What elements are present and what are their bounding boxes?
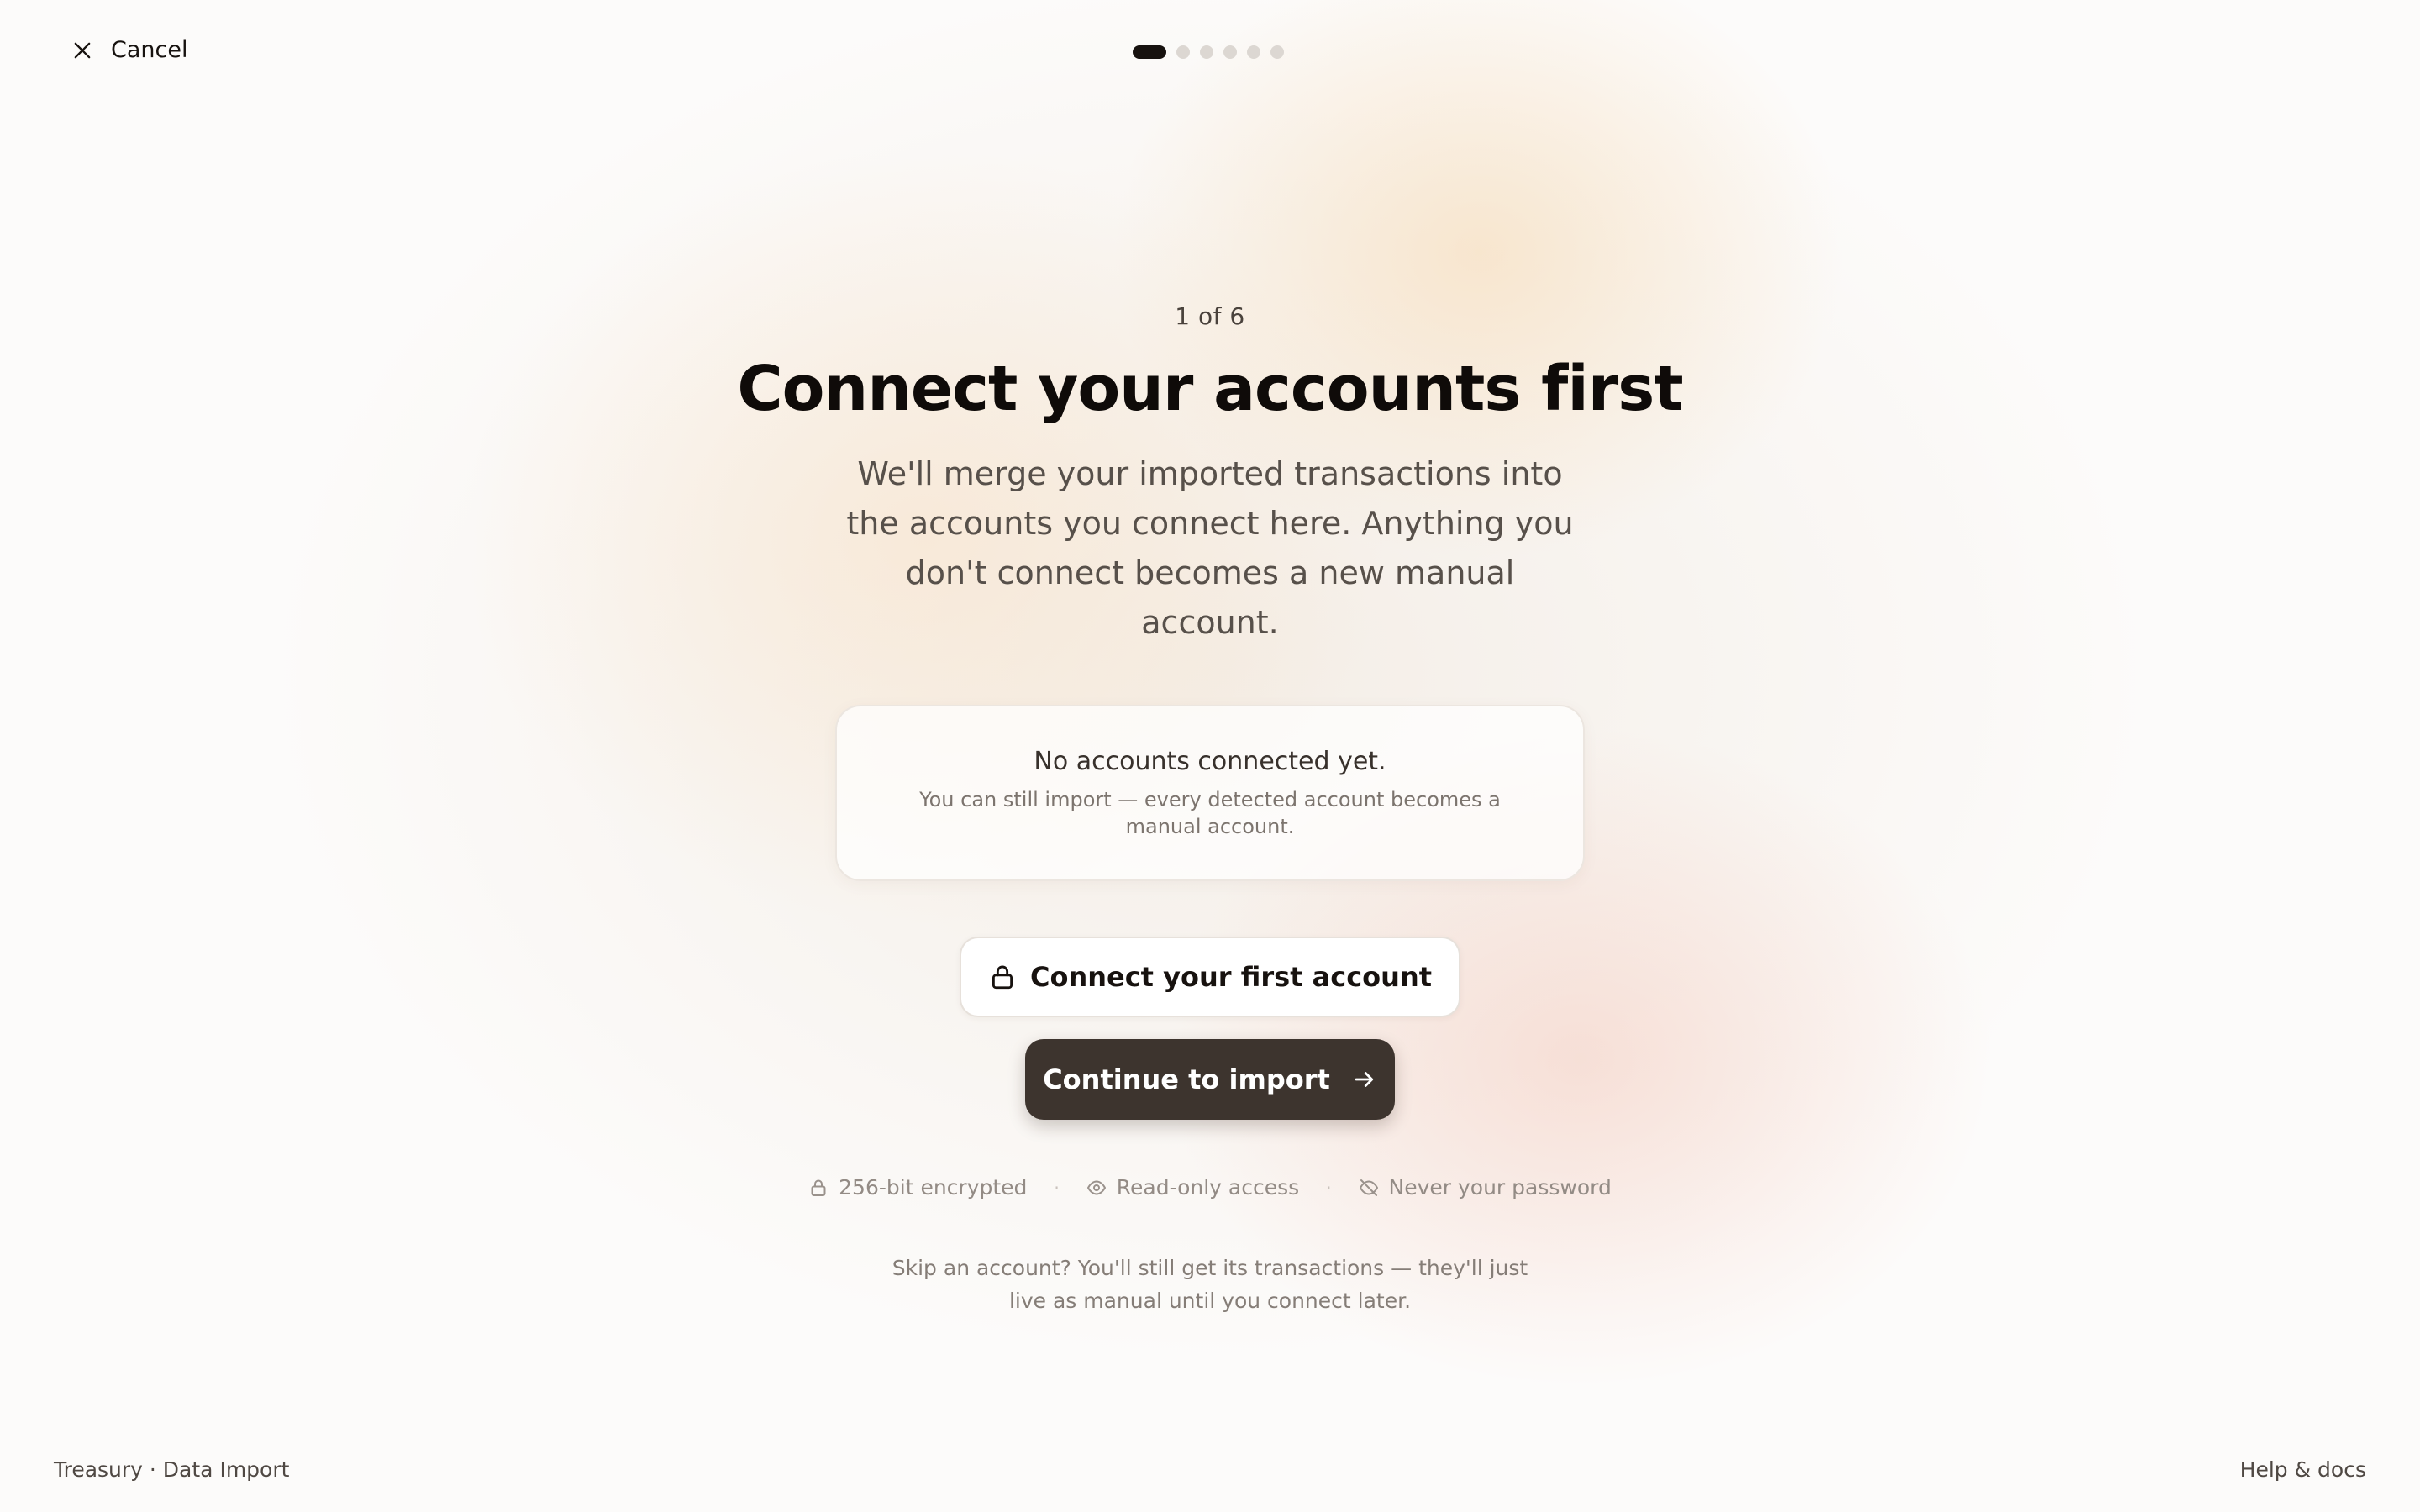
empty-state-description: You can still import — every detected ac…	[919, 787, 1501, 838]
footer-breadcrumb: Treasury · Data Import	[54, 1457, 290, 1482]
trust-badge-encryption: 256-bit encrypted	[808, 1175, 1027, 1200]
lock-icon	[811, 1179, 826, 1196]
empty-state-title: No accounts connected yet.	[1034, 746, 1386, 776]
trust-badge-read-only: Read-only access	[1086, 1175, 1299, 1200]
help-docs-link[interactable]: Help & docs	[2240, 1457, 2366, 1482]
page-subtitle: We'll merge your imported transactions i…	[846, 455, 1574, 641]
eye-off-icon	[1359, 1179, 1378, 1196]
lock-icon	[992, 965, 1013, 990]
continue-to-import-button[interactable]: Continue to import	[1025, 1039, 1395, 1120]
separator-dot: ·	[1326, 1177, 1332, 1198]
skip-account-note: Skip an account? You'll still get its tr…	[892, 1256, 1528, 1313]
trust-badge-label: 256-bit encrypted	[839, 1175, 1028, 1200]
empty-accounts-card: No accounts connected yet. You can still…	[835, 705, 1585, 881]
trust-badges: 256-bit encrypted · Read-only access · N…	[808, 1175, 1612, 1200]
page-title: Connect your accounts first	[737, 353, 1683, 425]
trust-badge-label: Read-only access	[1116, 1175, 1300, 1200]
trust-badge-no-password: Never your password	[1359, 1175, 1612, 1200]
connect-button-label: Connect your first account	[1029, 961, 1433, 993]
arrow-right-icon	[1355, 1072, 1373, 1087]
continue-button-label: Continue to import	[1043, 1063, 1330, 1095]
main-content: 1 of 6 Connect your accounts first We'll…	[0, 0, 2420, 1317]
eye-icon	[1086, 1180, 1106, 1194]
separator-dot: ·	[1054, 1177, 1060, 1198]
step-counter: 1 of 6	[1175, 302, 1245, 330]
connect-first-account-button[interactable]: Connect your first account	[959, 937, 1461, 1017]
trust-badge-label: Never your password	[1388, 1175, 1612, 1200]
